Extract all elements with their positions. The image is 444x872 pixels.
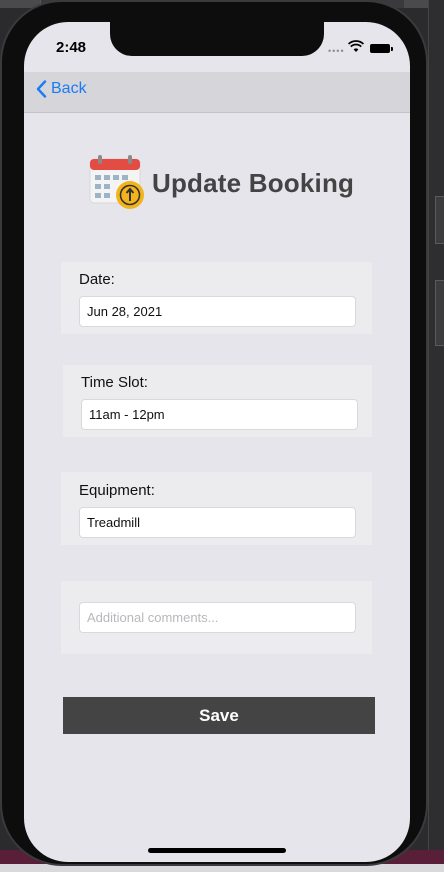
page-header: Update Booking	[88, 155, 354, 211]
save-button[interactable]: Save	[63, 697, 375, 734]
cellular-signal-icon: ••••	[328, 46, 345, 56]
date-section: Date:	[61, 262, 372, 334]
navigation-bar: Back	[24, 72, 410, 113]
chevron-left-icon	[36, 80, 47, 98]
wifi-icon	[348, 40, 364, 52]
page-title: Update Booking	[152, 167, 355, 198]
time-slot-label: Time Slot:	[81, 374, 148, 391]
back-button[interactable]: Back	[36, 80, 87, 98]
time-slot-section: Time Slot:	[63, 365, 372, 437]
date-label: Date:	[79, 271, 115, 288]
comments-field[interactable]	[79, 602, 356, 633]
app-screen: 2:48 •••• Back Update Booking Date: Jun …	[24, 22, 410, 862]
time-slot-field[interactable]	[81, 399, 358, 430]
status-time: 2:48	[56, 39, 87, 56]
ide-tab[interactable]	[404, 0, 429, 8]
inspector-field[interactable]	[435, 196, 444, 244]
back-label: Back	[51, 80, 87, 97]
comments-section	[61, 581, 372, 654]
date-field[interactable]	[79, 296, 356, 327]
ide-inspector-panel	[428, 0, 444, 872]
phone-frame: 2:48 •••• Back Update Booking Date: Jun …	[0, 0, 428, 866]
equipment-field[interactable]	[79, 507, 356, 538]
battery-icon	[370, 44, 393, 53]
device-notch	[110, 22, 324, 56]
inspector-field[interactable]	[435, 280, 444, 346]
calendar-refresh-icon	[89, 155, 144, 209]
equipment-label: Equipment:	[79, 482, 155, 499]
equipment-section: Equipment:	[61, 472, 372, 545]
home-indicator	[148, 848, 286, 853]
